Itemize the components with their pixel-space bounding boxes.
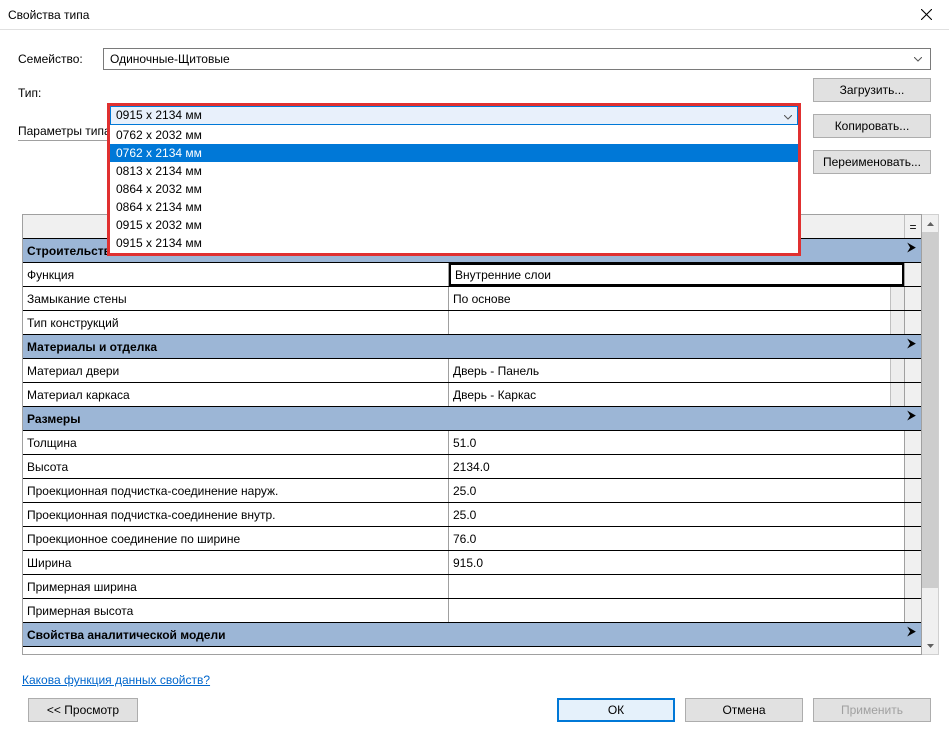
param-eq-cell	[905, 479, 921, 502]
col-header-eq[interactable]: =	[905, 215, 921, 238]
type-dropdown-item[interactable]: 0915 x 2134 мм	[110, 234, 798, 252]
cell-edit-button[interactable]	[890, 311, 904, 334]
group-header[interactable]: Размеры⮝	[23, 407, 921, 431]
chevron-collapse-icon[interactable]: ⮝	[904, 339, 917, 348]
param-value[interactable]	[449, 599, 905, 622]
chevron-collapse-icon[interactable]: ⮝	[904, 411, 917, 420]
param-row: Замыкание стеныПо основе	[23, 287, 921, 311]
param-label: Толщина	[23, 431, 449, 454]
param-eq-cell	[905, 287, 921, 310]
cell-edit-button[interactable]	[890, 287, 904, 310]
param-value[interactable]: 915.0	[449, 551, 905, 574]
group-header[interactable]: Свойства аналитической модели⮝	[23, 623, 921, 647]
param-eq-cell	[905, 263, 921, 286]
param-label: Высота	[23, 455, 449, 478]
param-value[interactable]: 51.0	[449, 431, 905, 454]
scroll-down-icon[interactable]	[922, 637, 938, 654]
family-select-value: Одиночные-Щитовые	[110, 52, 910, 66]
param-row: Высота2134.0	[23, 455, 921, 479]
param-row: Проекционная подчистка-соединение наруж.…	[23, 479, 921, 503]
param-label: Ширина	[23, 551, 449, 574]
type-label: Тип:	[18, 86, 103, 100]
param-eq-cell	[905, 599, 921, 622]
family-label: Семейство:	[18, 52, 103, 66]
load-button[interactable]: Загрузить...	[813, 78, 931, 102]
param-value[interactable]: 25.0	[449, 479, 905, 502]
param-row: Проекционное соединение по ширине76.0	[23, 527, 921, 551]
param-label: Функция	[23, 263, 449, 286]
vertical-scrollbar[interactable]	[922, 214, 939, 655]
param-value[interactable]: Дверь - Каркас	[449, 383, 905, 406]
param-row: Толщина51.0	[23, 431, 921, 455]
chevron-collapse-icon[interactable]: ⮝	[904, 627, 917, 636]
scroll-up-icon[interactable]	[922, 215, 938, 232]
param-row: ФункцияВнутренние слои	[23, 263, 921, 287]
type-dropdown-item[interactable]: 0762 x 2134 мм	[110, 144, 798, 162]
family-select[interactable]: Одиночные-Щитовые	[103, 48, 931, 70]
param-eq-cell	[905, 575, 921, 598]
param-eq-cell	[905, 359, 921, 382]
rename-button[interactable]: Переименовать...	[813, 150, 931, 174]
param-label: Проекционное соединение по ширине	[23, 527, 449, 550]
param-label: Замыкание стены	[23, 287, 449, 310]
close-icon	[921, 9, 932, 20]
type-select-text: 0915 x 2134 мм	[116, 108, 202, 122]
close-button[interactable]	[903, 0, 949, 30]
chevron-collapse-icon[interactable]: ⮝	[904, 243, 917, 252]
window-title: Свойства типа	[8, 8, 903, 22]
param-row: Материал двериДверь - Панель	[23, 359, 921, 383]
param-value[interactable]	[449, 311, 905, 334]
params-table: = Строительство⮝ФункцияВнутренние слоиЗа…	[22, 214, 922, 655]
param-eq-cell	[905, 431, 921, 454]
param-label: Примерная ширина	[23, 575, 449, 598]
type-dropdown-item[interactable]: 0813 x 2134 мм	[110, 162, 798, 180]
cell-edit-button[interactable]	[890, 359, 904, 382]
copy-button[interactable]: Копировать...	[813, 114, 931, 138]
param-value[interactable]: Дверь - Панель	[449, 359, 905, 382]
param-label: Материал двери	[23, 359, 449, 382]
chevron-down-icon	[784, 109, 792, 123]
param-label: Примерная высота	[23, 599, 449, 622]
type-dropdown-item[interactable]: 0762 x 2032 мм	[110, 126, 798, 144]
param-label: Проекционная подчистка-соединение внутр.	[23, 503, 449, 526]
param-row: Тип конструкций	[23, 311, 921, 335]
type-select-value[interactable]: 0915 x 2134 мм	[110, 106, 798, 125]
param-row: Проекционная подчистка-соединение внутр.…	[23, 503, 921, 527]
param-label: Материал каркаса	[23, 383, 449, 406]
param-eq-cell	[905, 383, 921, 406]
preview-button[interactable]: << Просмотр	[28, 698, 138, 722]
param-value[interactable]: 25.0	[449, 503, 905, 526]
ok-button[interactable]: ОК	[557, 698, 675, 722]
param-value[interactable]: По основе	[449, 287, 905, 310]
scrollbar-thumb[interactable]	[922, 232, 938, 588]
type-dropdown-item[interactable]: 0864 x 2134 мм	[110, 198, 798, 216]
param-eq-cell	[905, 551, 921, 574]
param-label: Тип конструкций	[23, 311, 449, 334]
apply-button[interactable]: Применить	[813, 698, 931, 722]
param-eq-cell	[905, 503, 921, 526]
group-header[interactable]: Материалы и отделка⮝	[23, 335, 921, 359]
param-row: Примерная высота	[23, 599, 921, 623]
type-dropdown-item[interactable]: 0864 x 2032 мм	[110, 180, 798, 198]
param-value[interactable]: Внутренние слои	[449, 263, 905, 286]
param-row: Примерная ширина	[23, 575, 921, 599]
param-eq-cell	[905, 527, 921, 550]
cell-edit-button[interactable]	[890, 383, 904, 406]
type-dropdown-item[interactable]: 0915 x 2032 мм	[110, 216, 798, 234]
param-value[interactable]	[449, 575, 905, 598]
param-row: Ширина915.0	[23, 551, 921, 575]
type-dropdown[interactable]: 0915 x 2134 мм 0762 x 2032 мм0762 x 2134…	[107, 103, 801, 256]
param-label: Проекционная подчистка-соединение наруж.	[23, 479, 449, 502]
param-eq-cell	[905, 311, 921, 334]
cancel-button[interactable]: Отмена	[685, 698, 803, 722]
param-eq-cell	[905, 455, 921, 478]
param-value[interactable]: 76.0	[449, 527, 905, 550]
chevron-down-icon	[910, 57, 926, 62]
param-row: Материал каркасаДверь - Каркас	[23, 383, 921, 407]
param-value[interactable]: 2134.0	[449, 455, 905, 478]
